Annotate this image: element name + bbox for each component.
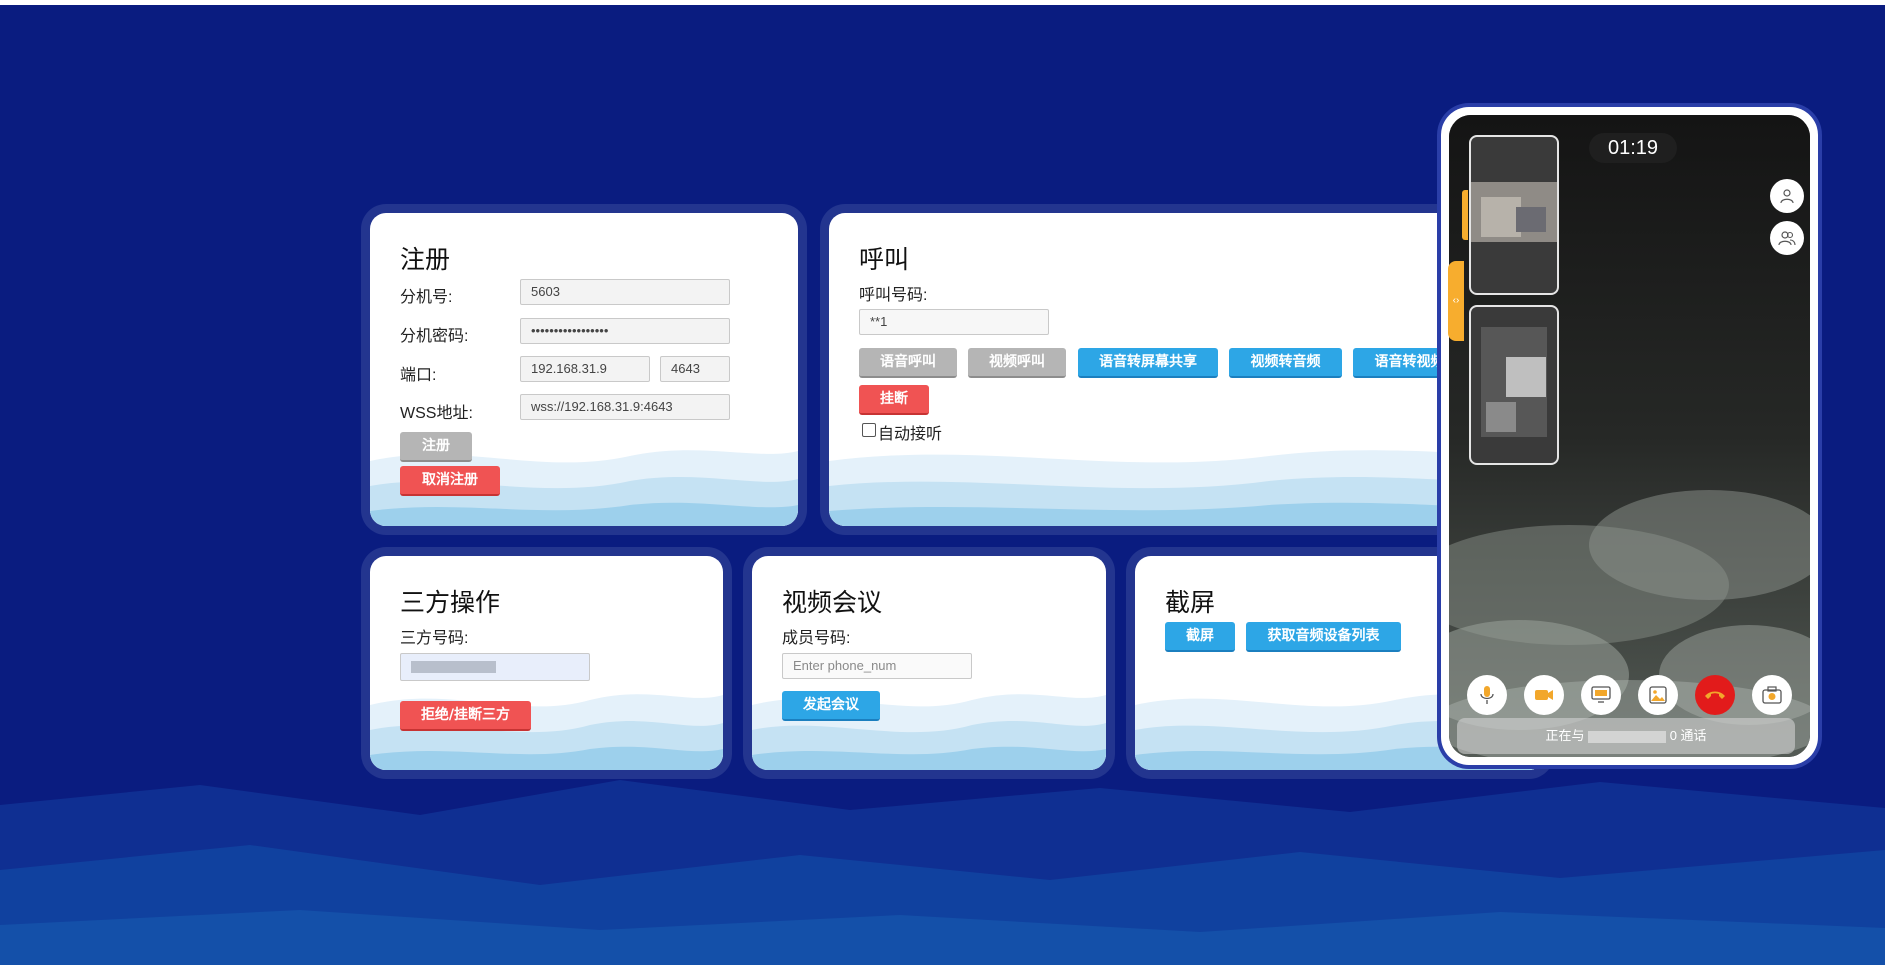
capture-button[interactable]: 截屏	[1165, 622, 1235, 652]
call-timer: 01:19	[1589, 133, 1677, 163]
participant-video-thumbnail[interactable]	[1469, 305, 1559, 465]
screenshot-title: 截屏	[1165, 589, 1216, 617]
microphone-icon	[1480, 685, 1494, 704]
group-icon	[1778, 231, 1796, 245]
group-button[interactable]	[1770, 221, 1804, 255]
voice-call-button[interactable]: 语音呼叫	[859, 348, 957, 378]
contact-button[interactable]	[1770, 179, 1804, 213]
conference-card: 视频会议 成员号码: Enter phone_num 发起会议	[752, 556, 1106, 770]
chevron-icon: ‹›	[1452, 295, 1460, 306]
card-wave	[752, 694, 1106, 770]
voice-to-screenshare-button[interactable]: 语音转屏幕共享	[1078, 348, 1218, 378]
extension-label: 分机号:	[400, 289, 453, 306]
call-number-input[interactable]: **1	[859, 309, 1049, 335]
blurred-video	[1506, 357, 1546, 397]
person-icon	[1780, 189, 1794, 203]
microphone-button[interactable]	[1467, 675, 1507, 715]
thumbnail-indicator	[1462, 190, 1468, 240]
member-number-input[interactable]: Enter phone_num	[782, 653, 972, 679]
screen-share-button[interactable]	[1581, 675, 1621, 715]
top-border	[0, 0, 1885, 5]
status-prefix: 正在与	[1545, 728, 1585, 743]
status-suffix: 0 通话	[1669, 728, 1707, 743]
call-title: 呼叫	[859, 246, 910, 274]
three-way-card: 三方操作 三方号码: 拒绝/挂断三方	[370, 556, 723, 770]
snapshot-button[interactable]	[1752, 675, 1792, 715]
conference-title: 视频会议	[782, 589, 883, 617]
blurred-peer-number	[1588, 730, 1667, 743]
start-conference-button[interactable]: 发起会议	[782, 691, 880, 721]
remote-video: 01:19 正在与 0 通话	[1449, 115, 1810, 757]
three-way-number-label: 三方号码:	[400, 630, 469, 647]
register-card: 注册 分机号: 5603 分机密码: ••••••••••••••••• 端口:…	[370, 213, 798, 526]
video-camera-icon	[1535, 689, 1553, 700]
panel-toggle-tab[interactable]: ‹›	[1448, 261, 1464, 341]
image-icon	[1649, 686, 1667, 704]
screen-share-icon	[1591, 686, 1611, 703]
blurred-video	[1516, 207, 1546, 232]
three-way-title: 三方操作	[400, 589, 501, 617]
phone-call-panel: 01:19 正在与 0 通话	[1441, 107, 1818, 765]
auto-answer-label[interactable]: 自动接听	[878, 420, 942, 444]
blurred-video	[1486, 402, 1516, 432]
password-label: 分机密码:	[400, 328, 469, 345]
camera-button[interactable]	[1524, 675, 1564, 715]
password-input[interactable]: •••••••••••••••••	[520, 318, 730, 344]
three-way-number-input[interactable]	[400, 653, 590, 681]
register-title: 注册	[400, 246, 451, 274]
auto-answer-checkbox[interactable]	[862, 423, 876, 437]
background-waves	[0, 780, 1885, 965]
blurred-video	[1481, 197, 1521, 237]
local-video-thumbnail[interactable]	[1469, 135, 1559, 295]
image-button[interactable]	[1638, 675, 1678, 715]
register-button[interactable]: 注册	[400, 432, 472, 462]
hang-up-icon	[1705, 691, 1725, 699]
wss-label: WSS地址:	[400, 405, 473, 422]
reject-three-way-button[interactable]: 拒绝/挂断三方	[400, 701, 531, 731]
call-number-label: 呼叫号码:	[859, 287, 928, 304]
port-input[interactable]: 4643	[660, 356, 730, 382]
ip-input[interactable]: 192.168.31.9	[520, 356, 650, 382]
hangup-button[interactable]: 挂断	[859, 385, 929, 415]
video-call-button[interactable]: 视频呼叫	[968, 348, 1066, 378]
call-status-bar: 正在与 0 通话	[1457, 718, 1795, 754]
camera-icon	[1762, 686, 1782, 704]
unregister-button[interactable]: 取消注册	[400, 466, 500, 496]
video-to-audio-button[interactable]: 视频转音频	[1229, 348, 1342, 378]
end-call-button[interactable]	[1695, 675, 1735, 715]
member-number-label: 成员号码:	[782, 630, 851, 647]
blurred-number	[411, 661, 496, 673]
wss-input[interactable]: wss://192.168.31.9:4643	[520, 394, 730, 420]
audio-devices-button[interactable]: 获取音频设备列表	[1246, 622, 1401, 652]
port-label: 端口:	[400, 367, 437, 384]
extension-input[interactable]: 5603	[520, 279, 730, 305]
